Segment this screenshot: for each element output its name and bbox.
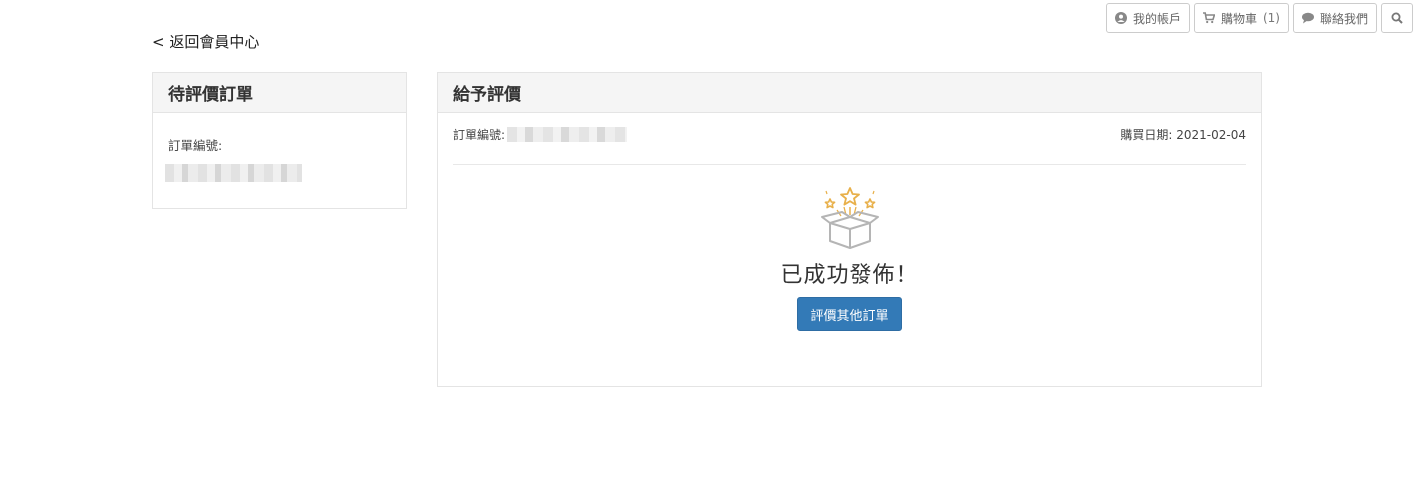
cart-label: 購物車 — [1220, 11, 1257, 26]
left-order-number-label: 訂單編號: — [168, 138, 223, 153]
success-area: 已成功發佈！ 評價其他訂單 — [438, 165, 1261, 331]
rate-other-orders-button[interactable]: 評價其他訂單 — [797, 297, 902, 331]
search-icon — [1391, 12, 1403, 24]
success-message: 已成功發佈！ — [780, 263, 919, 288]
redacted-order-number — [165, 164, 302, 182]
my-account-button[interactable]: 我的帳戶 — [1105, 3, 1190, 33]
my-account-label: 我的帳戶 — [1132, 11, 1181, 26]
user-circle-icon — [1114, 12, 1127, 24]
give-review-title: 給予評價 — [438, 73, 1261, 113]
back-to-member-center-link[interactable]: < 返回會員中心 — [152, 31, 259, 52]
gift-box-stars-icon — [820, 187, 879, 249]
order-info-row: 訂單編號: 購買日期: 2021-02-04 — [453, 113, 1246, 165]
contact-us-label: 聯絡我們 — [1319, 11, 1368, 26]
top-toolbar: 我的帳戶 購物車 (1) 聯絡我們 — [1105, 3, 1413, 33]
give-review-panel: 給予評價 訂單編號: 購買日期: 2021-02-04 已成功發佈！ 評價其他訂… — [437, 72, 1262, 387]
cart-button[interactable]: 購物車 (1) — [1193, 3, 1289, 33]
cart-icon — [1202, 12, 1215, 24]
pending-review-orders-title: 待評價訂單 — [153, 73, 406, 113]
cart-count: (1) — [1262, 11, 1280, 25]
redacted-order-number-right — [507, 127, 628, 142]
search-button[interactable] — [1381, 3, 1413, 33]
purchase-date: 購買日期: 2021-02-04 — [1120, 128, 1246, 142]
chat-bubble-icon — [1301, 12, 1314, 24]
pending-review-orders-panel: 待評價訂單 訂單編號: — [152, 72, 407, 209]
right-order-number-label: 訂單編號: — [453, 128, 506, 142]
contact-us-button[interactable]: 聯絡我們 — [1292, 3, 1377, 33]
